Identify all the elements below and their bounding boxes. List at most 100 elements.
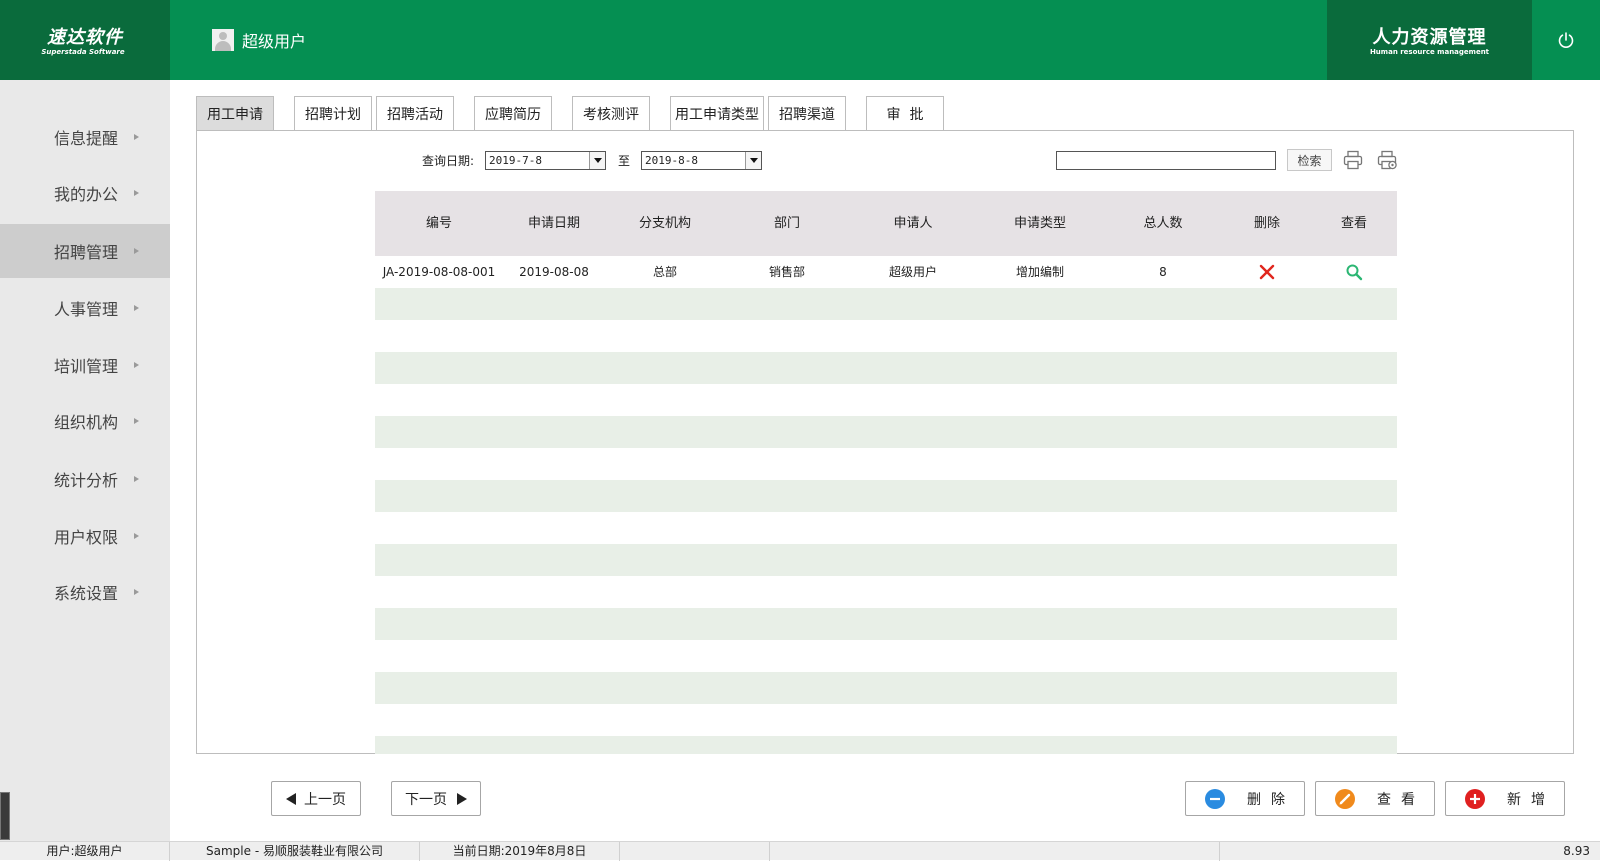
tab-recruitment-plan[interactable]: 招聘计划 [294, 96, 372, 130]
sidebar-item-label: 人事管理 [54, 300, 119, 319]
module-title: 人力资源管理 Human resource management [1327, 0, 1532, 80]
cell-id: JA-2019-08-08-001 [382, 265, 496, 279]
status-bar: 用户:超级用户 Sample - 易顺服装鞋业有限公司 当前日期:2019年8月… [0, 841, 1600, 861]
table-row-empty [375, 480, 1397, 512]
chevron-right-icon [134, 476, 139, 482]
sidebar-item-label: 信息提醒 [54, 129, 119, 148]
chevron-right-icon [134, 134, 139, 140]
view-button[interactable]: 查看 [1315, 781, 1435, 816]
tab-labor-request-type[interactable]: 用工申请类型 [670, 96, 764, 130]
plus-circle-icon [1465, 788, 1485, 809]
sidebar-item-training[interactable]: 培训管理 [0, 338, 170, 392]
date-from-select[interactable]: 2019-7-8 [485, 151, 606, 170]
sidebar-item-system-settings[interactable]: 系统设置 [0, 565, 170, 619]
tab-resumes[interactable]: 应聘简历 [474, 96, 552, 130]
current-user: 超级用户 [212, 28, 306, 52]
tab-approval[interactable]: 审 批 [866, 96, 944, 130]
sidebar-item-personnel[interactable]: 人事管理 [0, 281, 170, 335]
date-to-label: 至 [618, 154, 631, 168]
next-page-label: 下一页 [405, 791, 447, 808]
cell-count: 8 [1159, 265, 1167, 279]
table-row-empty [375, 672, 1397, 704]
delete-x-icon[interactable] [1258, 263, 1276, 281]
cell-dept: 销售部 [768, 265, 805, 279]
triangle-left-icon [286, 792, 296, 805]
column-header: 申请类型 [1013, 216, 1066, 231]
printer-settings-icon[interactable] [1376, 149, 1398, 171]
app-logo: 速达软件 Superstada Software [0, 0, 170, 80]
table-row-empty [375, 704, 1397, 736]
table-row-empty [375, 608, 1397, 640]
table-row-empty [375, 736, 1397, 754]
tab-recruitment-activity[interactable]: 招聘活动 [376, 96, 454, 130]
sidebar-item-user-permissions[interactable]: 用户权限 [0, 509, 170, 563]
table-row-empty [375, 352, 1397, 384]
dropdown-arrow-icon[interactable] [589, 152, 605, 169]
date-from-value: 2019-7-8 [489, 154, 542, 167]
sidebar-item-organization[interactable]: 组织机构 [0, 394, 170, 448]
sidebar-item-statistics[interactable]: 统计分析 [0, 452, 170, 506]
table-row-empty [375, 288, 1397, 320]
table-row-empty [375, 576, 1397, 608]
table-row-empty [375, 640, 1397, 672]
logo-text: 速达软件 [47, 27, 123, 48]
status-company: Sample - 易顺服装鞋业有限公司 [170, 842, 420, 861]
sidebar-item-label: 统计分析 [54, 471, 119, 490]
module-subtitle-text: Human resource management [1369, 48, 1490, 56]
search-button[interactable]: 检索 [1287, 149, 1332, 171]
table-row-empty [375, 320, 1397, 352]
sidebar: 信息提醒 我的办公 招聘管理 人事管理 培训管理 组织机构 统计分析 用户权限 … [0, 80, 170, 841]
table-row-empty [375, 448, 1397, 480]
view-button-label: 查看 [1377, 791, 1425, 808]
table-row[interactable]: JA-2019-08-08-001 2019-08-08 总部 销售部 超级用户… [375, 256, 1397, 288]
cell-branch: 总部 [652, 265, 677, 279]
column-header: 总人数 [1143, 216, 1183, 231]
power-icon[interactable] [1556, 30, 1576, 50]
status-version: 8.93 [1563, 844, 1590, 858]
chevron-right-icon [134, 362, 139, 368]
column-header: 分支机构 [638, 216, 691, 231]
chevron-right-icon [134, 305, 139, 311]
search-input[interactable] [1056, 151, 1276, 170]
header-bar: 速达软件 Superstada Software 超级用户 人力资源管理 Hum… [0, 0, 1600, 80]
sidebar-resize-handle[interactable] [0, 792, 10, 840]
tab-recruitment-channel[interactable]: 招聘渠道 [768, 96, 846, 130]
cell-applicant: 超级用户 [888, 265, 937, 279]
tab-assessment[interactable]: 考核测评 [572, 96, 650, 130]
edit-pencil-icon [1335, 788, 1355, 809]
date-to-select[interactable]: 2019-8-8 [641, 151, 762, 170]
tab-labor-request[interactable]: 用工申请 [196, 96, 274, 130]
prev-page-button[interactable]: 上一页 [271, 781, 361, 816]
status-empty-cell [770, 842, 1220, 861]
status-date: 当前日期:2019年8月8日 [420, 842, 620, 861]
sidebar-item-notifications[interactable]: 信息提醒 [0, 110, 170, 164]
chevron-right-icon [134, 533, 139, 539]
module-title-text: 人力资源管理 [1372, 27, 1487, 48]
search-icon[interactable] [1345, 263, 1363, 281]
printer-icon[interactable] [1342, 149, 1364, 171]
dropdown-arrow-icon[interactable] [745, 152, 761, 169]
delete-button[interactable]: 删除 [1185, 781, 1305, 816]
table-header: 编号 申请日期 分支机构 部门 申请人 申请类型 总人数 删除 查看 [375, 191, 1397, 256]
sidebar-item-my-office[interactable]: 我的办公 [0, 166, 170, 220]
add-button[interactable]: 新增 [1445, 781, 1565, 816]
cell-date: 2019-08-08 [519, 265, 589, 279]
chevron-right-icon [134, 589, 139, 595]
chevron-right-icon [134, 418, 139, 424]
status-user: 用户:超级用户 [0, 842, 170, 861]
add-button-label: 新增 [1507, 791, 1555, 808]
sidebar-item-recruitment[interactable]: 招聘管理 [0, 224, 170, 278]
logo-subtext: Superstada Software [41, 48, 125, 56]
table-row-empty [375, 512, 1397, 544]
sidebar-item-label: 系统设置 [54, 584, 119, 603]
status-empty-cell [620, 842, 770, 861]
sidebar-item-label: 我的办公 [54, 185, 119, 204]
column-header: 申请人 [893, 216, 933, 231]
column-header: 查看 [1340, 216, 1367, 231]
minus-circle-icon [1205, 788, 1225, 809]
next-page-button[interactable]: 下一页 [391, 781, 481, 816]
prev-page-label: 上一页 [304, 791, 346, 808]
table-row-empty [375, 384, 1397, 416]
sidebar-item-label: 培训管理 [54, 357, 119, 376]
triangle-right-icon [457, 792, 467, 805]
